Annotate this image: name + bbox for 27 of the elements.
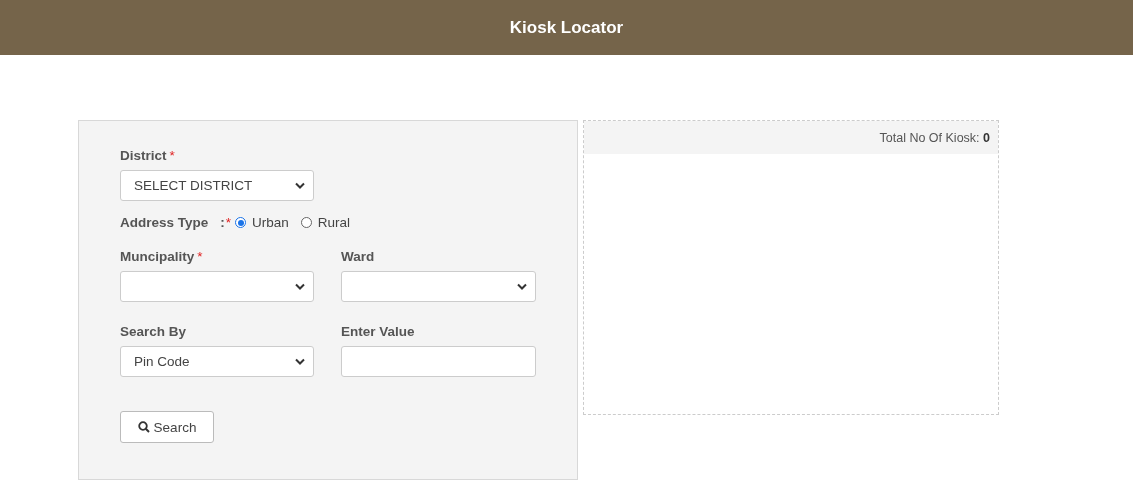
radio-label: Rural (317, 215, 351, 230)
chevron-down-icon (295, 283, 305, 290)
ward-dropdown[interactable] (341, 271, 536, 302)
separator: : (220, 215, 225, 230)
municipality-dropdown[interactable] (120, 271, 314, 302)
search-by-dropdown[interactable]: Pin Code (120, 346, 314, 377)
field-label: Ward (341, 249, 375, 264)
page-title: Kiosk Locator (509, 17, 624, 38)
required-mark: * (197, 249, 203, 264)
chevron-down-icon (517, 283, 527, 290)
radio-button[interactable] (235, 217, 247, 228)
search-button[interactable]: Search (120, 411, 214, 443)
district-dropdown[interactable]: SELECT DISTRICT (120, 170, 314, 201)
field-label: Muncipality (120, 249, 195, 264)
chevron-down-icon (295, 358, 305, 365)
field-label: Search By (120, 324, 187, 339)
field-label: Address Type (120, 215, 209, 230)
kiosk-count: Total No Of Kiosk: 0 (879, 130, 990, 145)
field-label: District (120, 148, 167, 163)
chevron-down-icon (295, 182, 305, 189)
value-input-field[interactable] (341, 346, 536, 377)
required-mark: * (169, 148, 175, 163)
radio-button[interactable] (300, 217, 312, 228)
required-mark: * (225, 215, 232, 230)
field-label: Enter Value (341, 324, 415, 339)
radio-label: Urban (252, 215, 289, 230)
search-icon (137, 421, 150, 433)
